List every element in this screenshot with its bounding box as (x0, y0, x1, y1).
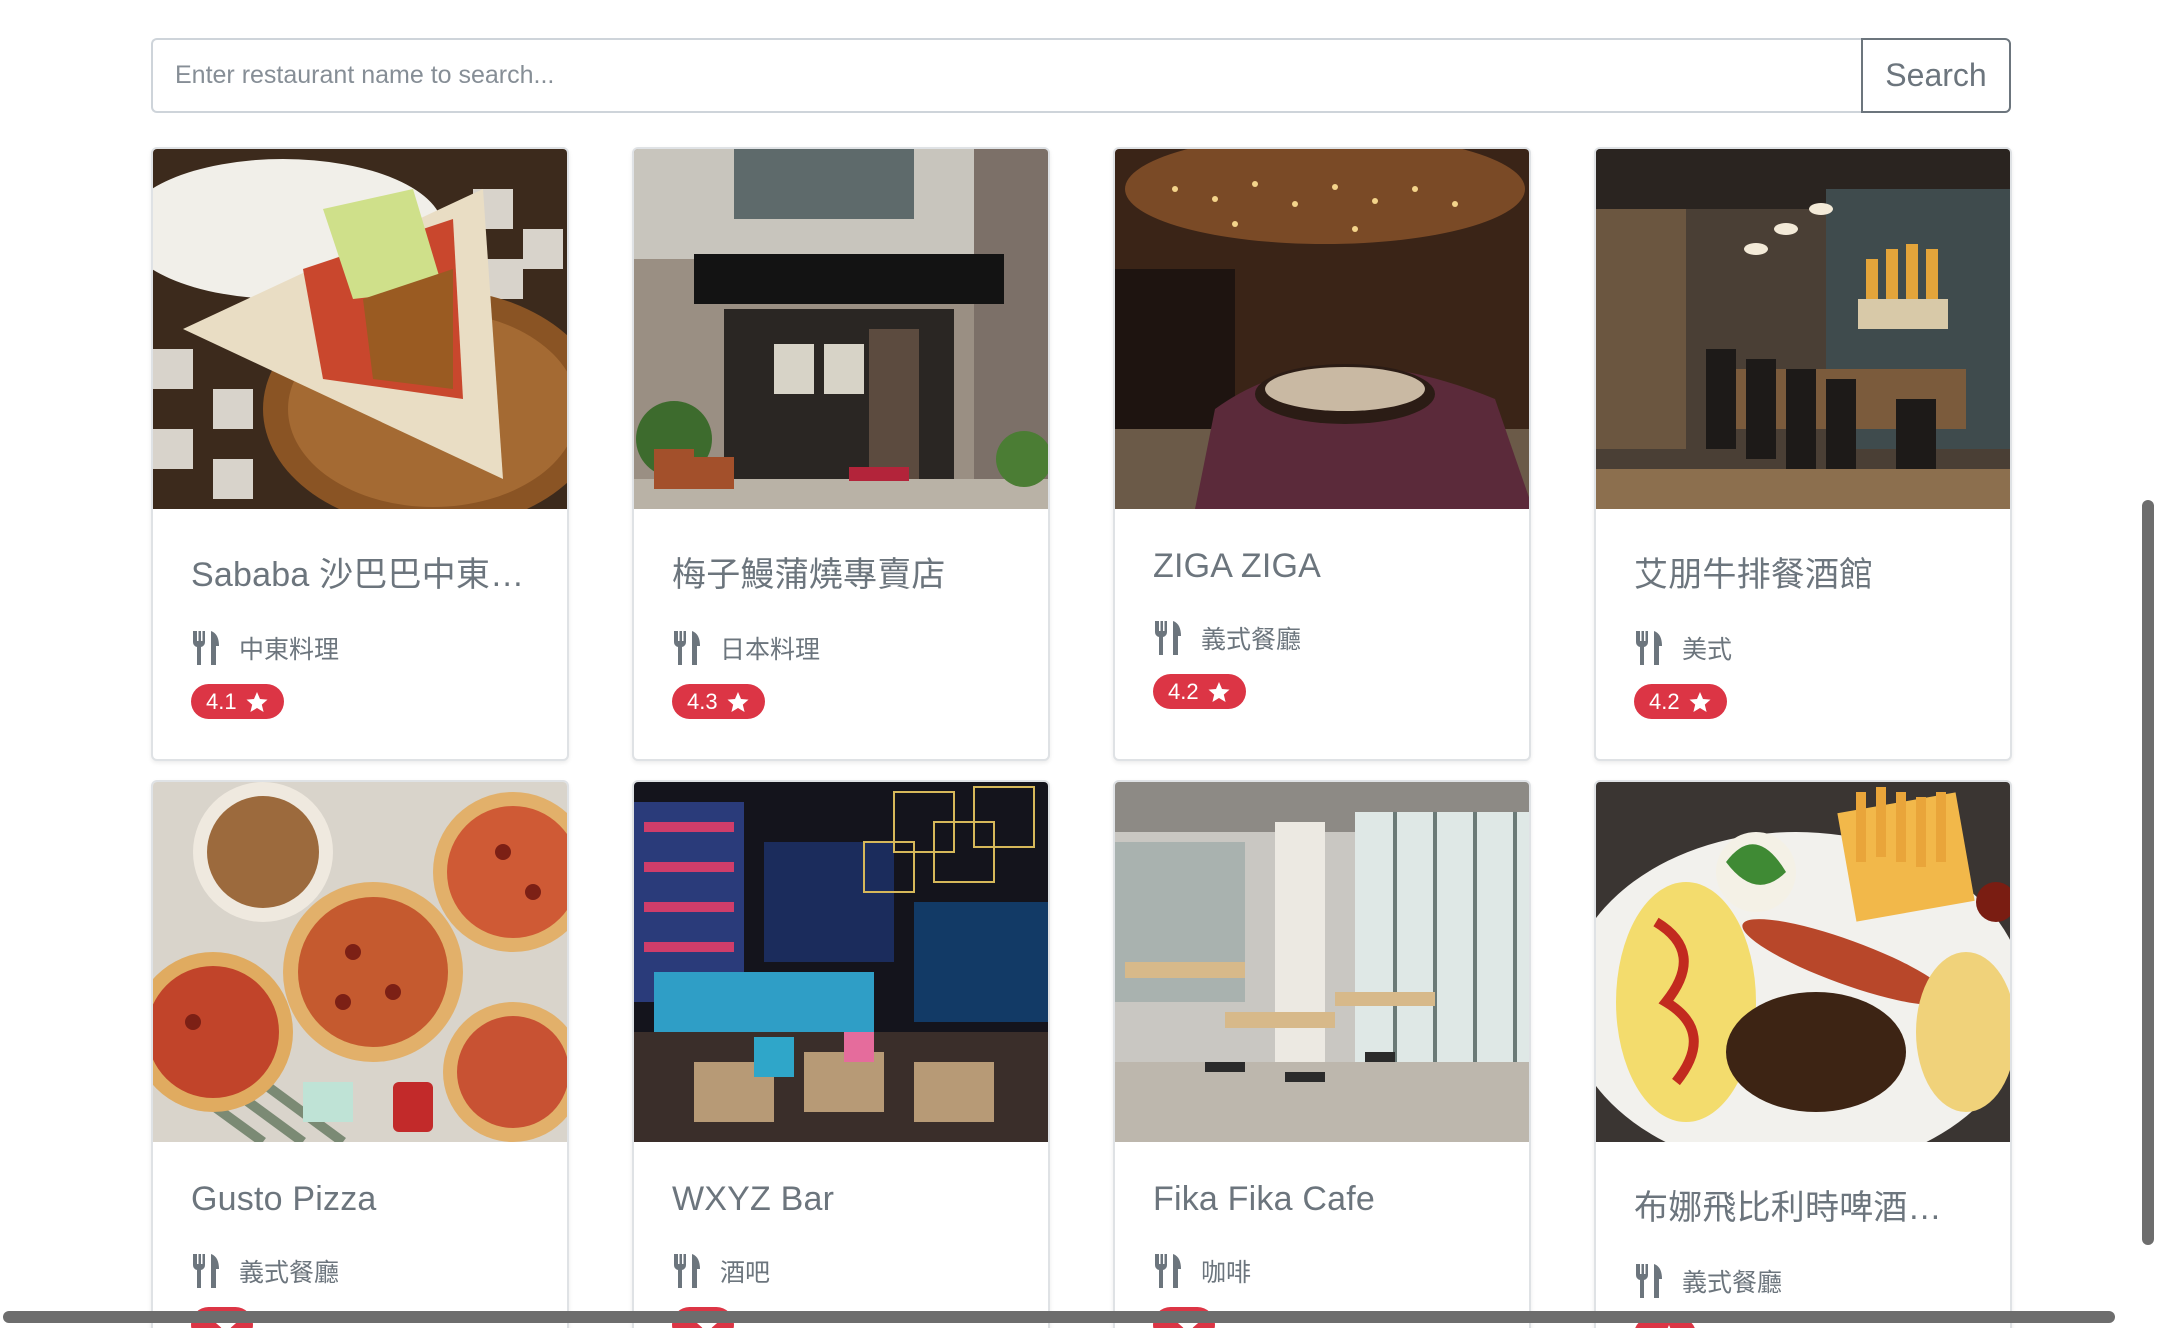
card-body: Gusto Pizza 義式餐廳 (153, 1142, 567, 1328)
restaurant-photo (1115, 782, 1529, 1142)
restaurant-category: 日本料理 (672, 630, 1010, 666)
restaurant-photo (153, 149, 567, 509)
card-body: 梅子鰻蒲燒專賣店 日本料理 4.3 (634, 509, 1048, 719)
card-body: Fika Fika Cafe 咖啡 (1115, 1142, 1529, 1328)
star-icon (1689, 691, 1711, 712)
restaurant-name: Sababa 沙巴巴中東美... (191, 556, 529, 594)
search-button[interactable]: Search (1861, 38, 2011, 113)
restaurant-name: Fika Fika Cafe (1153, 1180, 1375, 1218)
rating-badge: 4.2 (1153, 674, 1246, 709)
restaurant-card[interactable]: Gusto Pizza 義式餐廳 (151, 780, 569, 1328)
category-label: 義式餐廳 (1201, 626, 1302, 654)
category-label: 義式餐廳 (239, 1259, 340, 1287)
restaurant-category: 義式餐廳 (191, 1253, 529, 1289)
restaurant-category: 義式餐廳 (1153, 620, 1491, 656)
restaurant-card[interactable]: 艾朋牛排餐酒館 美式 4.2 (1594, 147, 2012, 761)
restaurant-name: 艾朋牛排餐酒館 (1634, 556, 1874, 594)
restaurant-card[interactable]: 布娜飛比利時啤酒餐廳 義式餐廳 (1594, 780, 2012, 1328)
card-body: WXYZ Bar 酒吧 (634, 1142, 1048, 1328)
rating-value: 4.2 (1168, 678, 1199, 704)
restaurant-card[interactable]: Sababa 沙巴巴中東美... 中東料理 4.1 (151, 147, 569, 761)
restaurant-category: 酒吧 (672, 1253, 1010, 1289)
restaurant-name: Gusto Pizza (191, 1180, 377, 1218)
restaurant-name: ZIGA ZIGA (1153, 547, 1322, 585)
card-body: 艾朋牛排餐酒館 美式 4.2 (1596, 509, 2010, 719)
category-label: 日本料理 (720, 636, 821, 664)
star-icon (727, 691, 749, 712)
restaurant-photo (153, 782, 567, 1142)
restaurant-photo (1596, 149, 2010, 509)
card-body: ZIGA ZIGA 義式餐廳 4.2 (1115, 509, 1529, 709)
restaurant-photo (634, 149, 1048, 509)
rating-value: 4.3 (687, 688, 718, 714)
restaurant-card[interactable]: WXYZ Bar 酒吧 (632, 780, 1050, 1328)
utensils-icon (1154, 1254, 1181, 1288)
star-icon (1667, 1324, 1671, 1328)
search-input[interactable] (151, 38, 1861, 113)
card-body: Sababa 沙巴巴中東美... 中東料理 4.1 (153, 509, 567, 719)
category-label: 咖啡 (1201, 1259, 1252, 1287)
restaurant-grid: Sababa 沙巴巴中東美... 中東料理 4.1 梅子鰻蒲燒專賣店 日本料理 … (151, 147, 2012, 1328)
restaurant-card[interactable]: Fika Fika Cafe 咖啡 (1113, 780, 1531, 1328)
card-body: 布娜飛比利時啤酒餐廳 義式餐廳 (1596, 1142, 2010, 1328)
restaurant-photo (1596, 782, 2010, 1142)
vertical-scrollbar[interactable] (2142, 500, 2154, 1245)
rating-badge: 4.3 (672, 684, 765, 719)
restaurant-category: 咖啡 (1153, 1253, 1491, 1289)
restaurant-photo (634, 782, 1048, 1142)
horizontal-scrollbar[interactable] (3, 1311, 2115, 1323)
category-label: 美式 (1682, 636, 1733, 664)
utensils-icon (192, 1254, 219, 1288)
utensils-icon (192, 631, 219, 665)
rating-value: 4.1 (206, 688, 237, 714)
utensils-icon (1635, 1264, 1662, 1298)
restaurant-name: 梅子鰻蒲燒專賣店 (672, 556, 946, 594)
category-label: 酒吧 (720, 1259, 771, 1287)
rating-badge: 4.1 (191, 684, 284, 719)
restaurant-photo (1115, 149, 1529, 509)
restaurant-category: 義式餐廳 (1634, 1263, 1972, 1299)
restaurant-category: 中東料理 (191, 630, 529, 666)
rating-value: 4.2 (1649, 688, 1680, 714)
restaurant-category: 美式 (1634, 630, 1972, 666)
category-label: 中東料理 (239, 636, 340, 664)
utensils-icon (673, 631, 700, 665)
restaurant-card[interactable]: ZIGA ZIGA 義式餐廳 4.2 (1113, 147, 1531, 761)
restaurant-card[interactable]: 梅子鰻蒲燒專賣店 日本料理 4.3 (632, 147, 1050, 761)
utensils-icon (1635, 631, 1662, 665)
star-icon (1208, 681, 1230, 702)
utensils-icon (1154, 621, 1181, 655)
search-bar: Search (151, 38, 2011, 113)
rating-badge: 4.2 (1634, 684, 1727, 719)
star-icon (246, 691, 268, 712)
page: Search (0, 0, 2158, 1328)
utensils-icon (673, 1254, 700, 1288)
category-label: 義式餐廳 (1682, 1269, 1783, 1297)
restaurant-name: WXYZ Bar (672, 1180, 835, 1218)
restaurant-name: 布娜飛比利時啤酒餐廳 (1634, 1189, 1972, 1227)
